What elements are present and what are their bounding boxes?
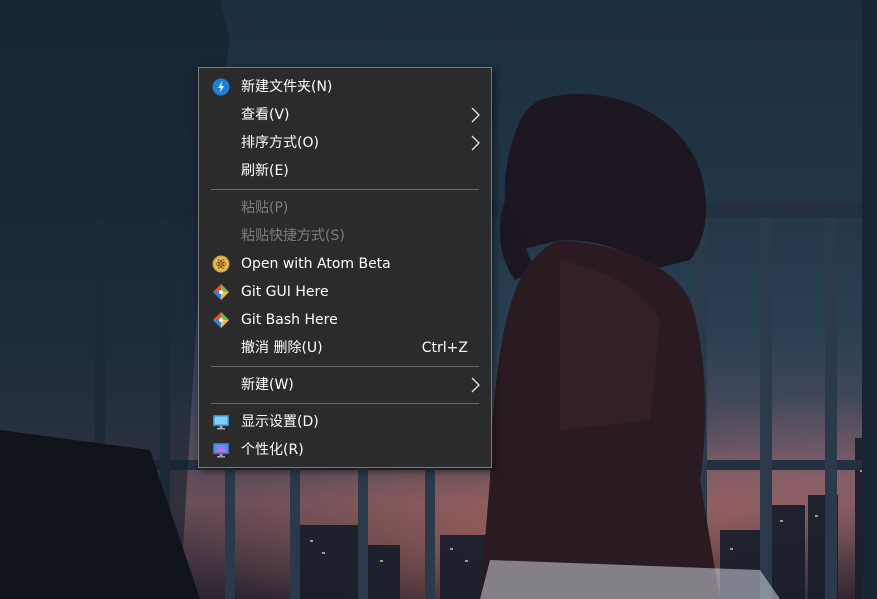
menu-separator <box>211 366 479 367</box>
menu-item-label: 粘贴快捷方式(S) <box>241 228 345 244</box>
chevron-right-icon <box>469 106 481 124</box>
display-settings-icon <box>212 413 230 431</box>
menu-item-display-settings[interactable]: 显示设置(D) <box>200 408 490 436</box>
menu-item-undo-delete[interactable]: 撤消 删除(U) Ctrl+Z <box>200 334 490 362</box>
menu-item-label: 显示设置(D) <box>241 414 319 430</box>
chevron-right-icon <box>469 134 481 152</box>
menu-item-sort-by[interactable]: 排序方式(O) <box>200 129 490 157</box>
desktop-context-menu: 新建文件夹(N) 查看(V) 排序方式(O) 刷新(E) 粘贴(P) 粘贴快捷方… <box>198 67 492 468</box>
menu-item-label: Open with Atom Beta <box>241 256 391 272</box>
atom-beta-icon <box>212 255 230 273</box>
menu-item-new[interactable]: 新建(W) <box>200 371 490 399</box>
menu-item-label: 新建(W) <box>241 377 294 393</box>
menu-item-paste: 粘贴(P) <box>200 194 490 222</box>
menu-item-git-bash-here[interactable]: Git Bash Here <box>200 306 490 334</box>
menu-item-label: 查看(V) <box>241 107 290 123</box>
menu-item-label: 排序方式(O) <box>241 135 319 151</box>
menu-item-git-gui-here[interactable]: Git GUI Here <box>200 278 490 306</box>
menu-item-label: 个性化(R) <box>241 442 304 458</box>
menu-item-label: 撤消 删除(U) <box>241 340 323 356</box>
menu-item-shortcut: Ctrl+Z <box>421 340 468 356</box>
menu-separator <box>211 403 479 404</box>
menu-item-label: 粘贴(P) <box>241 200 289 216</box>
menu-item-view[interactable]: 查看(V) <box>200 101 490 129</box>
menu-item-label: 刷新(E) <box>241 163 289 179</box>
git-icon <box>212 283 230 301</box>
menu-item-new-folder[interactable]: 新建文件夹(N) <box>200 73 490 101</box>
chevron-right-icon <box>469 376 481 394</box>
menu-item-personalize[interactable]: 个性化(R) <box>200 436 490 464</box>
menu-item-refresh[interactable]: 刷新(E) <box>200 157 490 185</box>
git-icon <box>212 311 230 329</box>
menu-item-open-with-atom-beta[interactable]: Open with Atom Beta <box>200 250 490 278</box>
menu-item-paste-shortcut: 粘贴快捷方式(S) <box>200 222 490 250</box>
menu-separator <box>211 189 479 190</box>
menu-item-label: Git Bash Here <box>241 312 338 328</box>
bitwarden-send-icon <box>212 78 230 96</box>
menu-item-label: 新建文件夹(N) <box>241 79 333 95</box>
personalize-icon <box>212 441 230 459</box>
menu-item-label: Git GUI Here <box>241 284 329 300</box>
